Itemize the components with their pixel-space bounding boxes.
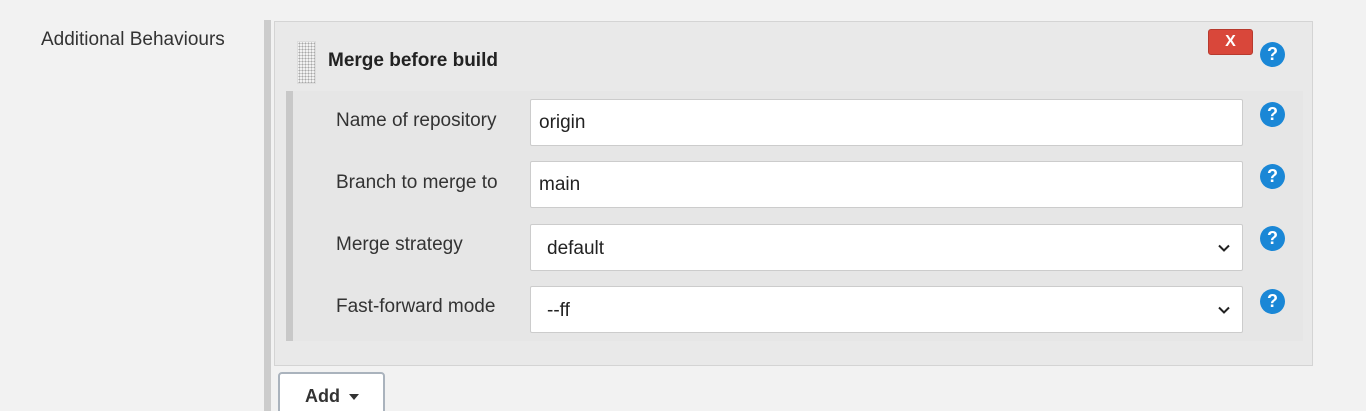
fast-forward-mode-select[interactable]: --ff	[530, 286, 1243, 333]
nested-divider	[286, 91, 293, 341]
drag-handle-icon[interactable]	[297, 41, 316, 84]
fast-forward-mode-value: --ff	[547, 300, 570, 321]
merge-strategy-label: Merge strategy	[336, 234, 463, 255]
chevron-down-icon	[1218, 306, 1230, 314]
merge-branch-input[interactable]: main	[530, 161, 1243, 208]
section-label: Additional Behaviours	[41, 29, 225, 50]
help-icon[interactable]: ?	[1260, 226, 1285, 251]
section-divider	[264, 20, 271, 411]
merge-branch-label: Branch to merge to	[336, 172, 498, 193]
help-icon[interactable]: ?	[1260, 289, 1285, 314]
chevron-down-icon	[1218, 244, 1230, 252]
page: Additional Behaviours Merge before build…	[0, 0, 1366, 411]
merge-strategy-value: default	[547, 238, 605, 259]
behaviour-title: Merge before build	[328, 50, 498, 71]
help-icon[interactable]: ?	[1260, 164, 1285, 189]
repository-name-input[interactable]: origin	[530, 99, 1243, 146]
add-button-label: Add	[305, 386, 340, 406]
delete-behaviour-button[interactable]: X	[1208, 29, 1253, 55]
help-icon[interactable]: ?	[1260, 42, 1285, 67]
repository-name-label: Name of repository	[336, 110, 497, 131]
merge-strategy-select[interactable]: default	[530, 224, 1243, 271]
caret-down-icon	[349, 394, 359, 400]
help-icon[interactable]: ?	[1260, 102, 1285, 127]
fast-forward-mode-label: Fast-forward mode	[336, 296, 496, 317]
add-behaviour-button[interactable]: Add	[278, 372, 385, 411]
